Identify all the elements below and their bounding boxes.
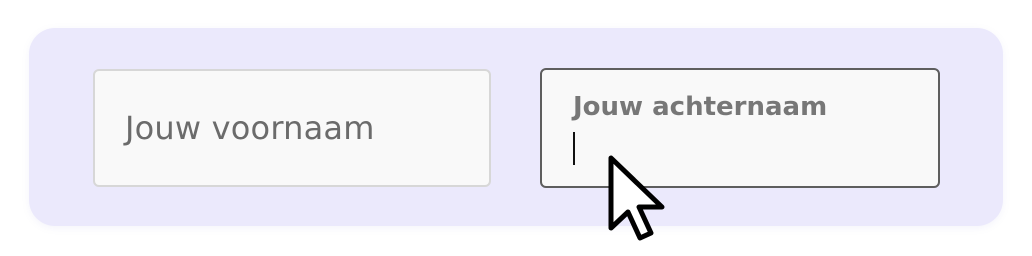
last-name-field[interactable]: Jouw achternaam [540,68,940,188]
arrow-cursor-icon [608,155,665,241]
first-name-field[interactable]: Jouw voornaam [93,69,491,187]
text-caret [573,132,575,165]
last-name-label: Jouw achternaam [573,92,828,122]
first-name-placeholder: Jouw voornaam [125,109,375,147]
